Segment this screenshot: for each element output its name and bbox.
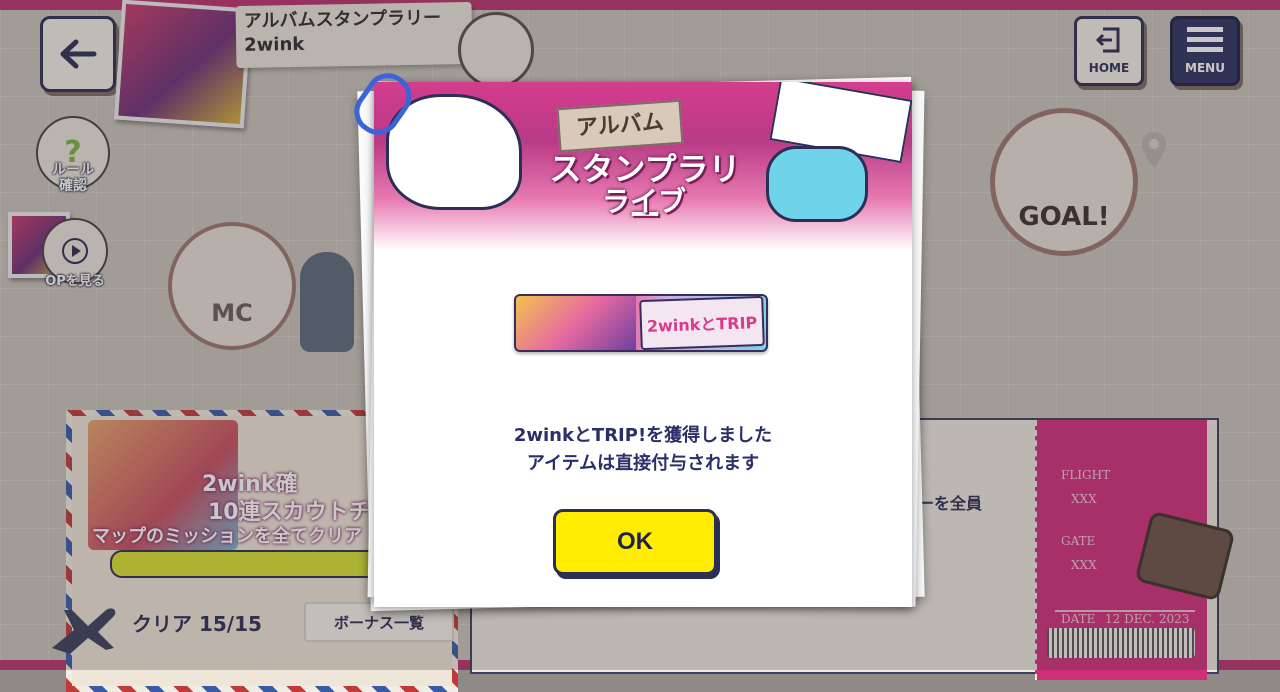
ok-button[interactable]: OK [553, 509, 717, 575]
reward-dialog: アルバム スタンプラリー ライブ 2winkとTRIP 2winkとTRIP!を… [374, 82, 912, 607]
event-banner: アルバム スタンプラリー ライブ [374, 82, 912, 250]
ok-label: OK [617, 528, 653, 555]
reward-message-line1: 2winkとTRIP!を獲得しました [513, 425, 773, 446]
reward-item-name: 2winkとTRIP [639, 296, 765, 350]
unicorn-mascot [386, 94, 522, 210]
banner-line3: ライブ [601, 185, 686, 218]
2wink-mascot [766, 146, 868, 222]
reward-item-art [516, 296, 636, 350]
banner-logo: アルバム スタンプラリー ライブ [534, 99, 756, 234]
reward-message: 2winkとTRIP!を獲得しました アイテムは直接付与されます [374, 422, 912, 478]
reward-item-badge: 2winkとTRIP [514, 294, 768, 352]
reward-message-line2: アイテムは直接付与されます [526, 453, 760, 474]
